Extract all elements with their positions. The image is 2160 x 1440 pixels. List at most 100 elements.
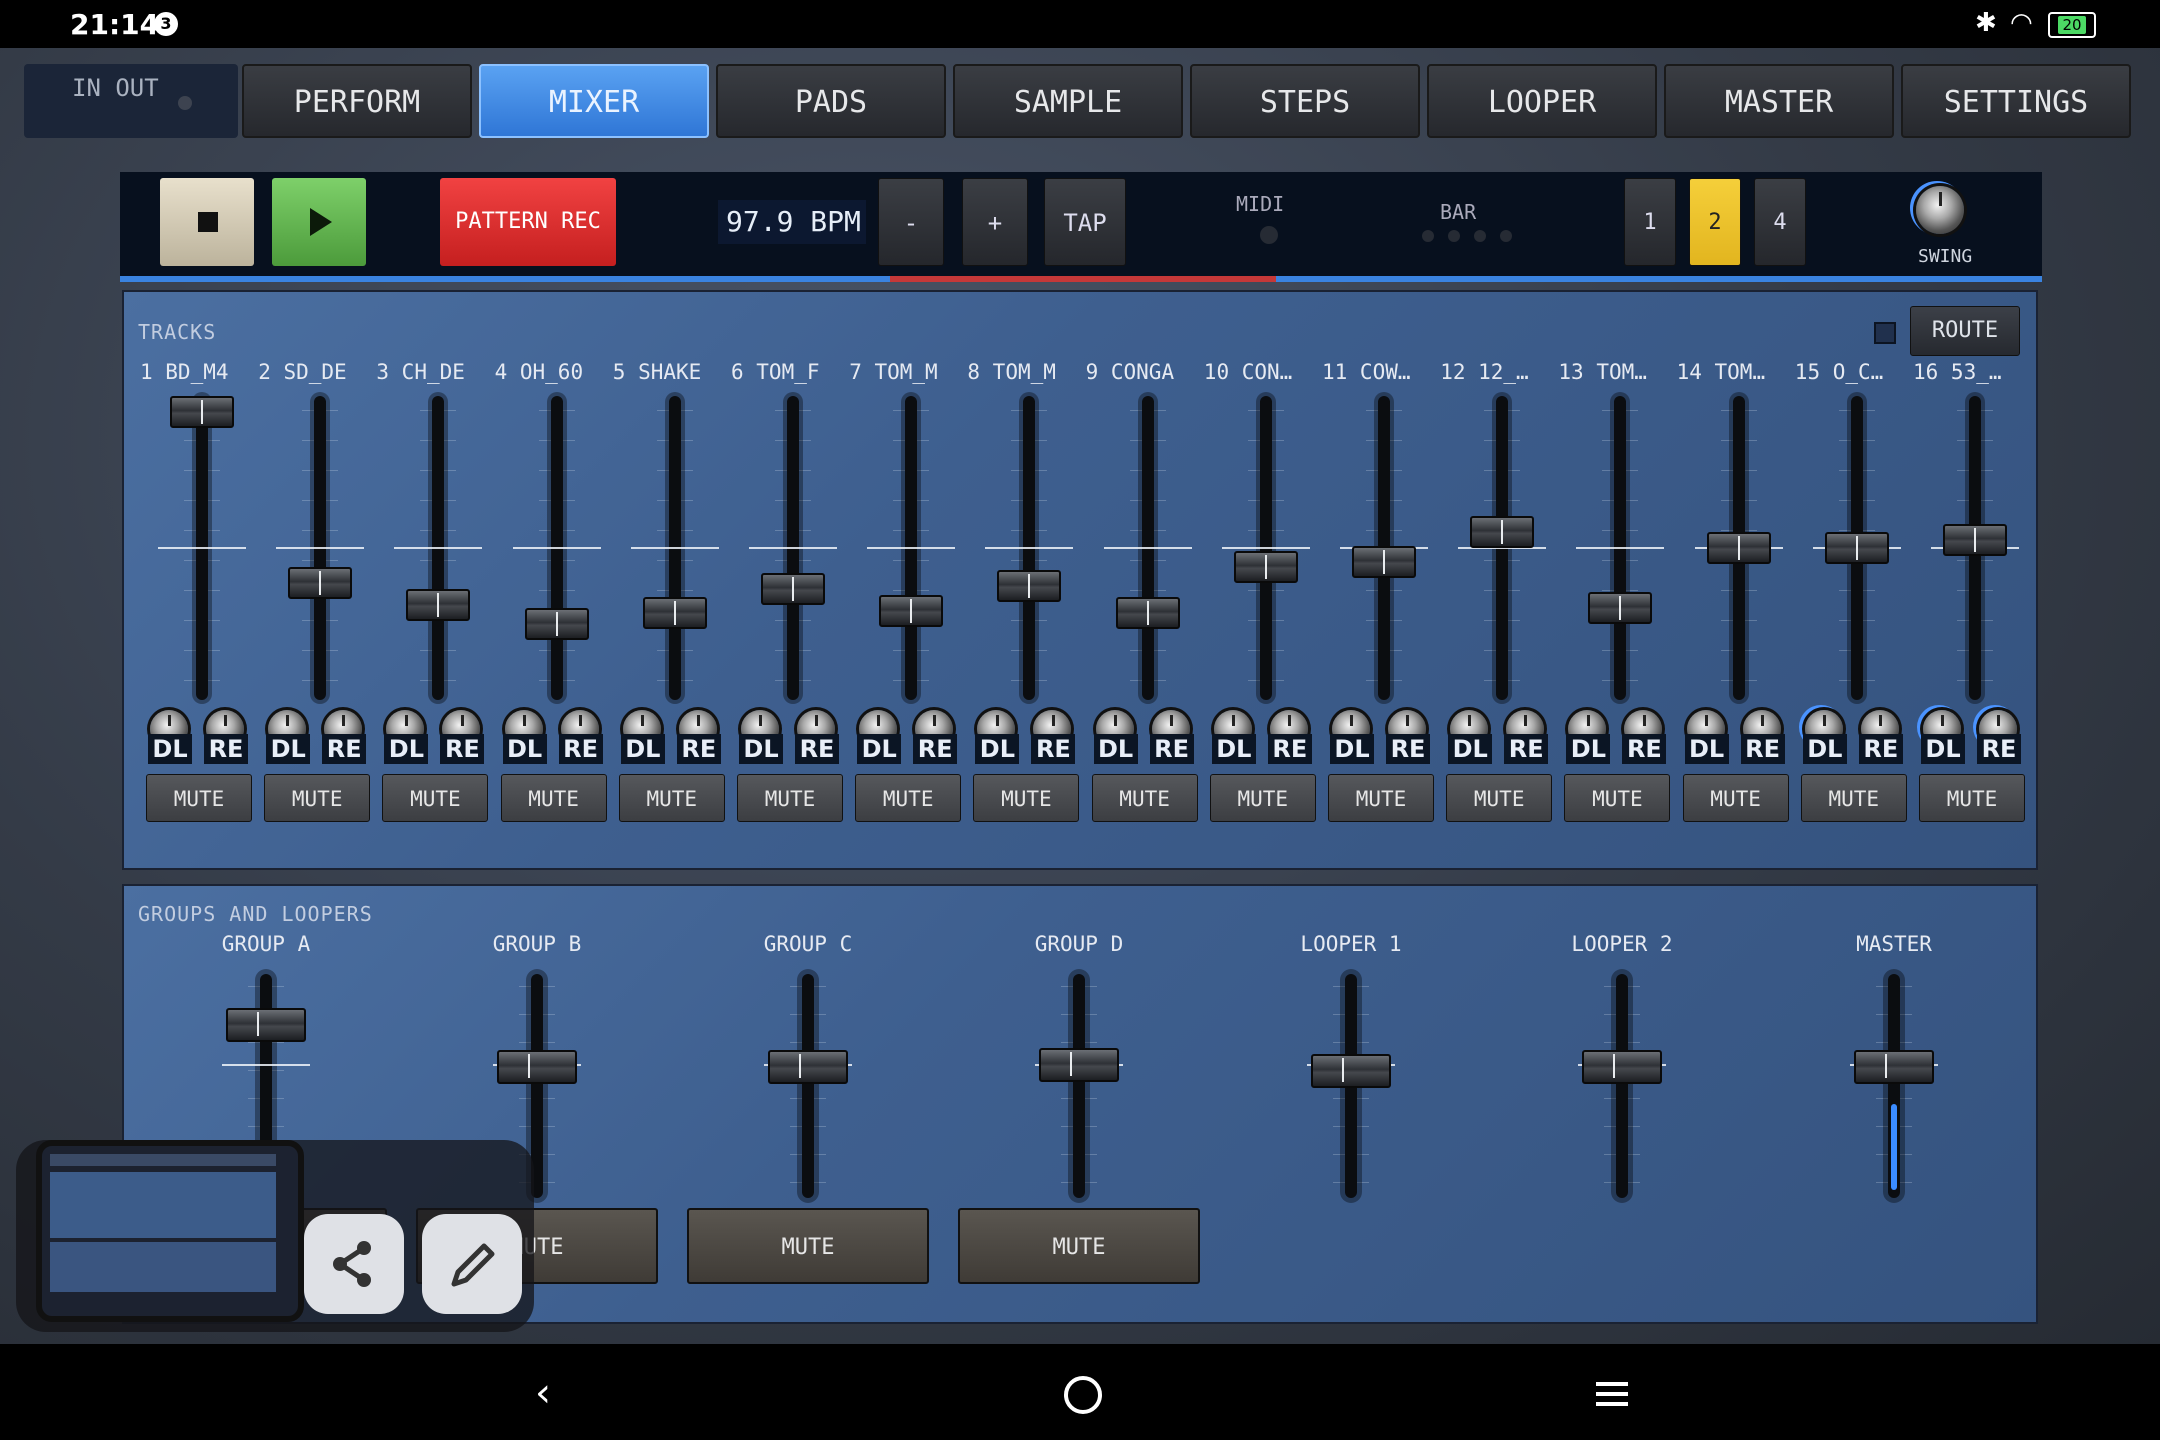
reverb-label: RE	[913, 734, 958, 764]
tab-settings[interactable]: SETTINGS	[1901, 64, 2131, 138]
edit-button[interactable]	[422, 1214, 522, 1314]
track-strip: DL RE MUTE	[731, 392, 849, 872]
midi-led	[1260, 226, 1278, 244]
group-mute-button[interactable]: MUTE	[687, 1208, 929, 1284]
master-level-meter	[1891, 1104, 1897, 1190]
track-strip: DL RE MUTE	[495, 392, 613, 872]
track-mute-button[interactable]: MUTE	[1564, 774, 1671, 822]
track-mute-button[interactable]: MUTE	[264, 774, 371, 822]
volume-fader[interactable]	[1470, 515, 1535, 548]
track-mute-button[interactable]: MUTE	[1209, 774, 1316, 822]
unity-line	[394, 547, 483, 549]
share-button[interactable]	[304, 1214, 404, 1314]
group-volume-fader[interactable]	[497, 1050, 577, 1084]
track-mute-button[interactable]: MUTE	[1682, 774, 1789, 822]
reverb-label: RE	[558, 734, 603, 764]
bar-length-4-button[interactable]: 4	[1754, 178, 1806, 266]
bpm-display[interactable]: 97.9 BPM	[718, 200, 866, 244]
back-icon[interactable]: ‹	[535, 1370, 551, 1416]
tab-master[interactable]: MASTER	[1664, 64, 1894, 138]
unity-line	[867, 547, 956, 549]
group-volume-fader[interactable]	[1854, 1050, 1934, 1084]
group-volume-fader[interactable]	[1039, 1048, 1119, 1083]
track-mute-button[interactable]: MUTE	[1919, 774, 2025, 822]
track-mute-button[interactable]: MUTE	[1091, 774, 1198, 822]
tab-steps[interactable]: STEPS	[1190, 64, 1420, 138]
volume-fader[interactable]	[1943, 523, 2007, 556]
pattern-rec-button[interactable]: PATTERN REC	[440, 178, 616, 266]
group-volume-fader[interactable]	[1311, 1053, 1391, 1088]
play-icon	[310, 208, 332, 236]
bar-length-2-button[interactable]: 2	[1689, 178, 1741, 266]
home-icon[interactable]	[1064, 1376, 1102, 1414]
track-mute-button[interactable]: MUTE	[618, 774, 725, 822]
clock: 21:14	[70, 8, 160, 41]
unity-line	[749, 547, 837, 549]
recents-icon[interactable]	[1596, 1382, 1628, 1412]
track-mute-button[interactable]: MUTE	[146, 774, 252, 822]
track-strip: DL RE MUTE	[1086, 392, 1204, 872]
bar-led	[1500, 230, 1512, 242]
delay-label: DL	[148, 734, 192, 764]
reverb-label: RE	[1622, 734, 1667, 764]
track-mute-button[interactable]: MUTE	[1446, 774, 1553, 822]
tab-perform[interactable]: PERFORM	[242, 64, 472, 138]
group-fader-track	[1073, 974, 1085, 1198]
bpm-plus-button[interactable]: +	[962, 178, 1028, 266]
route-button[interactable]: ROUTE	[1910, 306, 2020, 356]
track-strip: DL RE MUTE	[140, 392, 258, 872]
bar-led	[1448, 230, 1460, 242]
unity-line	[630, 547, 719, 549]
track-mute-button[interactable]: MUTE	[1800, 774, 1907, 822]
volume-fader[interactable]	[288, 567, 353, 600]
bpm-minus-button[interactable]: -	[878, 178, 944, 266]
bar-length-1-button[interactable]: 1	[1624, 178, 1676, 266]
unity-line	[222, 1063, 310, 1066]
volume-fader[interactable]	[642, 597, 707, 630]
track-mute-button[interactable]: MUTE	[1328, 774, 1434, 822]
volume-fader[interactable]	[524, 608, 589, 641]
group-volume-fader[interactable]	[226, 1008, 306, 1043]
tab-sample[interactable]: SAMPLE	[953, 64, 1183, 138]
volume-fader[interactable]	[1233, 551, 1298, 584]
group-mute-button[interactable]: MUTE	[958, 1208, 1200, 1284]
track-name: 3 CH_DE	[376, 360, 465, 384]
volume-fader[interactable]	[1115, 597, 1180, 630]
unity-line	[512, 547, 601, 549]
track-mute-button[interactable]: MUTE	[737, 774, 843, 822]
track-strip: DL RE MUTE	[1204, 392, 1322, 872]
volume-fader[interactable]	[1824, 532, 1889, 564]
unity-line	[1103, 547, 1192, 549]
track-mute-button[interactable]: MUTE	[973, 774, 1080, 822]
tab-mixer[interactable]: MIXER	[479, 64, 709, 138]
delay-label: DL	[857, 734, 902, 764]
volume-fader[interactable]	[1352, 545, 1416, 578]
track-mute-button[interactable]: MUTE	[855, 774, 962, 822]
volume-fader[interactable]	[1588, 591, 1653, 624]
group-volume-fader[interactable]	[1582, 1050, 1662, 1084]
tab-pads[interactable]: PADS	[716, 64, 946, 138]
screenshot-thumbnail[interactable]	[36, 1140, 304, 1322]
tab-looper[interactable]: LOOPER	[1427, 64, 1657, 138]
volume-fader[interactable]	[761, 572, 825, 605]
track-name: 8 TOM_M	[967, 360, 1056, 384]
route-led[interactable]	[1874, 322, 1896, 344]
group-volume-fader[interactable]	[768, 1050, 848, 1084]
volume-fader[interactable]	[997, 570, 1062, 603]
volume-fader[interactable]	[406, 589, 471, 622]
play-button[interactable]	[272, 178, 366, 266]
swing-knob[interactable]	[1916, 186, 1964, 234]
track-mute-button[interactable]: MUTE	[500, 774, 607, 822]
reverb-label: RE	[1858, 734, 1903, 764]
stop-button[interactable]	[160, 178, 254, 266]
track-strip: DL RE MUTE	[849, 392, 967, 872]
swing-label: SWING	[1918, 246, 1973, 267]
volume-fader[interactable]	[1706, 532, 1771, 564]
track-name: 4 OH_60	[494, 360, 584, 384]
group-name: GROUP B	[492, 932, 582, 956]
volume-fader[interactable]	[170, 396, 234, 428]
in-out-indicator[interactable]: IN OUT	[24, 64, 238, 138]
tap-tempo-button[interactable]: TAP	[1044, 178, 1126, 266]
track-mute-button[interactable]: MUTE	[382, 774, 489, 822]
volume-fader[interactable]	[879, 594, 944, 627]
